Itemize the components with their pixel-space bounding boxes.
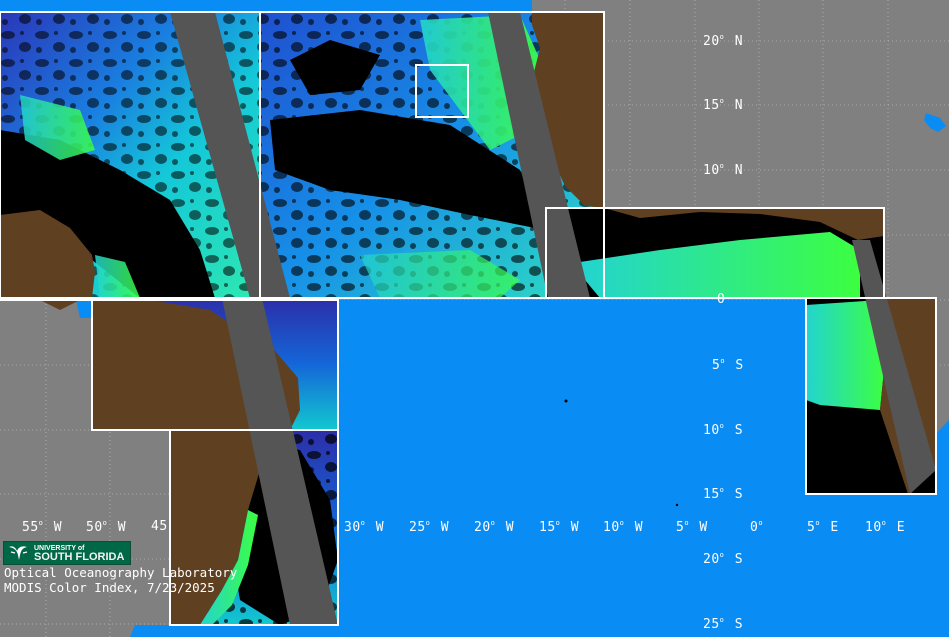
lat-label-5s: 5o S	[712, 357, 744, 373]
lat-label-15n: 15o N	[703, 97, 744, 113]
usf-bull-icon	[9, 546, 28, 560]
ocean-top-strip	[0, 0, 532, 12]
lon-label-15w: 15o W	[539, 519, 580, 535]
chlorophyll-map	[0, 0, 949, 637]
lon-label-0: 0o	[750, 519, 764, 535]
lon-label-10e: 10o E	[865, 519, 906, 535]
lat-label-10n: 10o N	[703, 162, 744, 178]
lat-label-20n: 20o N	[703, 33, 744, 49]
lon-label-10w: 10o W	[603, 519, 644, 535]
lon-label-5e: 5o E	[807, 519, 839, 535]
product-credit: MODIS Color Index, 7/23/2025	[4, 580, 215, 595]
lat-label-15s: 15o S	[703, 486, 744, 502]
lat-label-10s: 10o S	[703, 422, 744, 438]
lat-label-20s: 20o S	[703, 551, 744, 567]
lon-label-5w: 5o W	[676, 519, 708, 535]
panel-gulf-of-guinea	[546, 208, 884, 298]
lon-label-50w: 50o W	[86, 519, 127, 535]
lat-label-0: 0	[717, 292, 726, 307]
lat-label-25s: 25o S	[703, 616, 744, 632]
lon-label-30w: 30o W	[344, 519, 385, 535]
logo-name: SOUTH FLORIDA	[34, 551, 125, 563]
lon-label-45: 45	[151, 519, 168, 534]
lon-label-55w: 55o W	[22, 519, 63, 535]
lon-label-25w: 25o W	[409, 519, 450, 535]
lab-credit: Optical Oceanography Laboratory	[4, 565, 238, 580]
usf-logo: UNIVERSITY of SOUTH FLORIDA	[3, 541, 131, 565]
lon-label-20w: 20o W	[474, 519, 515, 535]
